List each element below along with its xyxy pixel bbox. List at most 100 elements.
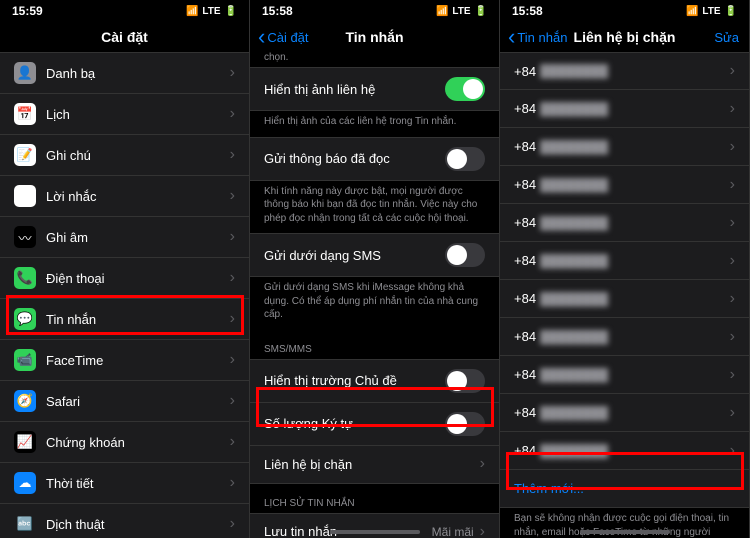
chevron-icon: › — [730, 138, 735, 156]
chevron-icon: › — [230, 146, 235, 164]
blocked-contacts-screen: 15:58 📶 LTE 🔋 Tin nhắn Liên hệ bị chặn S… — [500, 0, 750, 538]
phone-prefix: +84 — [514, 64, 536, 79]
chevron-icon: › — [730, 290, 735, 308]
cell-label: Lịch — [46, 107, 230, 122]
chevron-icon: › — [730, 328, 735, 346]
blocked-contact-row[interactable]: +84████████› — [500, 394, 749, 432]
blocked-contact-row[interactable]: +84 ████████ › — [500, 204, 749, 242]
nav-bar: Tin nhắn Liên hệ bị chặn Sửa — [500, 22, 749, 52]
chevron-icon: › — [230, 269, 235, 287]
chevron-icon: › — [730, 62, 735, 80]
messages-settings-screen: 15:58 📶 LTE 🔋 Cài đặt Tin nhắn chọn. Hiể… — [250, 0, 500, 538]
blocked-list[interactable]: +84 ████████ › +84 ████████ › +84 ████████ › +84 █… — [500, 52, 749, 538]
blocked-contact-row[interactable]: +84████████› — [500, 432, 749, 470]
blocked-contact-row[interactable]: +84████████› — [500, 166, 749, 204]
settings-row-ghi-chú[interactable]: 📝Ghi chú› — [0, 135, 249, 176]
phone-blurred: ████████ — [540, 406, 608, 420]
contact-photo-note: Hiển thị ảnh của các liên hệ trong Tin n… — [250, 111, 499, 137]
blocked-contact-row[interactable]: +84 ████████ › — [500, 242, 749, 280]
settings-list[interactable]: 👤 Danh bạ › 📅Lịch›📝Ghi chú›☑Lời nhắc›〰Ghi â… — [0, 52, 249, 538]
blocked-contact-row[interactable]: +84████████› — [500, 318, 749, 356]
add-new-label: Thêm mới... — [514, 481, 584, 496]
char-count-row[interactable]: Số lượng Ký tự — [250, 403, 499, 446]
chevron-icon: › — [730, 252, 735, 270]
cell-label: FaceTime — [46, 353, 230, 368]
phone-blurred: ████████ — [540, 178, 608, 192]
app-icon: 💬 — [14, 308, 36, 330]
time: 15:58 — [512, 4, 543, 18]
phone-blurred: ████████ — [540, 444, 608, 458]
chevron-icon: › — [730, 100, 735, 118]
contact-photo-row[interactable]: Hiển thị ảnh liên hệ — [250, 67, 499, 111]
phone-blurred: ████████ — [540, 254, 608, 268]
cell-label: Tin nhắn — [46, 312, 230, 327]
blocked-contact-row[interactable]: +84████████› — [500, 128, 749, 166]
blocked-contact-row[interactable]: +84████████› — [500, 280, 749, 318]
settings-row-chứng-khoán[interactable]: 📈Chứng khoán› — [0, 422, 249, 463]
settings-row-dịch-thuật[interactable]: 🔤Dịch thuật› — [0, 504, 249, 538]
settings-row-lịch[interactable]: 📅Lịch› — [0, 94, 249, 135]
phone-prefix: +84 — [514, 139, 536, 154]
cell-value: Mãi mãi — [432, 525, 474, 538]
back-button[interactable]: Cài đặt — [258, 26, 309, 48]
keep-messages-row[interactable]: Lưu tin nhắn Mãi mãi › — [250, 513, 499, 538]
settings-row-lời-nhắc[interactable]: ☑Lời nhắc› — [0, 176, 249, 217]
page-title: Cài đặt — [101, 29, 148, 45]
status-bar: 15:58 📶 LTE 🔋 — [500, 0, 749, 22]
app-icon: 👤 — [14, 62, 36, 84]
read-receipt-note: Khi tính năng này được bật, mọi người đư… — [250, 181, 499, 234]
status-indicators: 📶 LTE 🔋 — [186, 6, 237, 17]
settings-row-ghi-âm[interactable]: 〰Ghi âm› — [0, 217, 249, 258]
chevron-icon: › — [730, 366, 735, 384]
blocked-contact-row[interactable]: +84████████› — [500, 90, 749, 128]
read-receipt-toggle[interactable] — [445, 147, 485, 171]
edit-button[interactable]: Sửa — [714, 30, 739, 45]
back-button[interactable]: Tin nhắn — [508, 26, 567, 48]
add-new-button[interactable]: Thêm mới... — [500, 470, 749, 508]
blocked-contacts-row[interactable]: Liên hệ bị chặn › — [250, 446, 499, 484]
blocked-contact-row[interactable]: +84████████› — [500, 356, 749, 394]
page-title: Liên hệ bị chặn — [574, 29, 676, 45]
contact-photo-toggle[interactable] — [445, 77, 485, 101]
subject-row[interactable]: Hiển thị trường Chủ đề — [250, 359, 499, 403]
read-receipt-row[interactable]: Gửi thông báo đã đọc — [250, 137, 499, 181]
settings-row-danh-bạ[interactable]: 👤Danh bạ› — [0, 52, 249, 94]
subject-toggle[interactable] — [445, 369, 485, 393]
chevron-icon: › — [230, 433, 235, 451]
status-indicators: 📶 LTE 🔋 — [686, 6, 737, 17]
chevron-icon: › — [230, 310, 235, 328]
home-indicator — [580, 530, 670, 534]
blocked-contact-row[interactable]: +84████████› — [500, 52, 749, 90]
cell-label: Hiển thị trường Chủ đề — [264, 373, 445, 388]
phone-blurred: ████████ — [540, 216, 608, 230]
cell-label: Liên hệ bị chặn — [264, 457, 480, 472]
cell-label: Danh bạ — [46, 66, 230, 81]
settings-row-tin-nhắn[interactable]: 💬 Tin nhắn› — [0, 299, 249, 340]
app-icon: ☁ — [14, 472, 36, 494]
time: 15:59 — [12, 4, 43, 18]
chevron-icon: › — [230, 515, 235, 533]
messages-settings-list[interactable]: chọn. Hiển thị ảnh liên hệ Hiển thị ảnh … — [250, 52, 499, 538]
app-icon: 📝 — [14, 144, 36, 166]
cell-label: Safari — [46, 394, 230, 409]
settings-row-facetime[interactable]: 📹FaceTime› — [0, 340, 249, 381]
send-sms-toggle[interactable] — [445, 243, 485, 267]
app-icon: 🧭 — [14, 390, 36, 412]
settings-row-thời-tiết[interactable]: ☁Thời tiết› — [0, 463, 249, 504]
char-count-toggle[interactable] — [445, 412, 485, 436]
nav-bar: Cài đặt Tin nhắn — [250, 22, 499, 52]
settings-row-điện-thoại[interactable]: 📞Điện thoại› — [0, 258, 249, 299]
phone-prefix: +84 — [514, 177, 536, 192]
chevron-icon: › — [230, 474, 235, 492]
chevron-icon: › — [480, 455, 485, 473]
cell-label: Lời nhắc — [46, 189, 230, 204]
chevron-icon: › — [730, 214, 735, 232]
phone-prefix: +84 — [514, 443, 536, 458]
send-sms-row[interactable]: Gửi dưới dạng SMS — [250, 233, 499, 277]
chevron-icon: › — [230, 392, 235, 410]
settings-row-safari[interactable]: 🧭 Safari› — [0, 381, 249, 422]
cell-label: Số lượng Ký tự — [264, 416, 445, 431]
phone-prefix: +84 — [514, 253, 536, 268]
settings-screen: 15:59 📶 LTE 🔋 Cài đặt 👤 Danh bạ › 📅Lịch›📝Gh… — [0, 0, 250, 538]
phone-prefix: +84 — [514, 215, 536, 230]
